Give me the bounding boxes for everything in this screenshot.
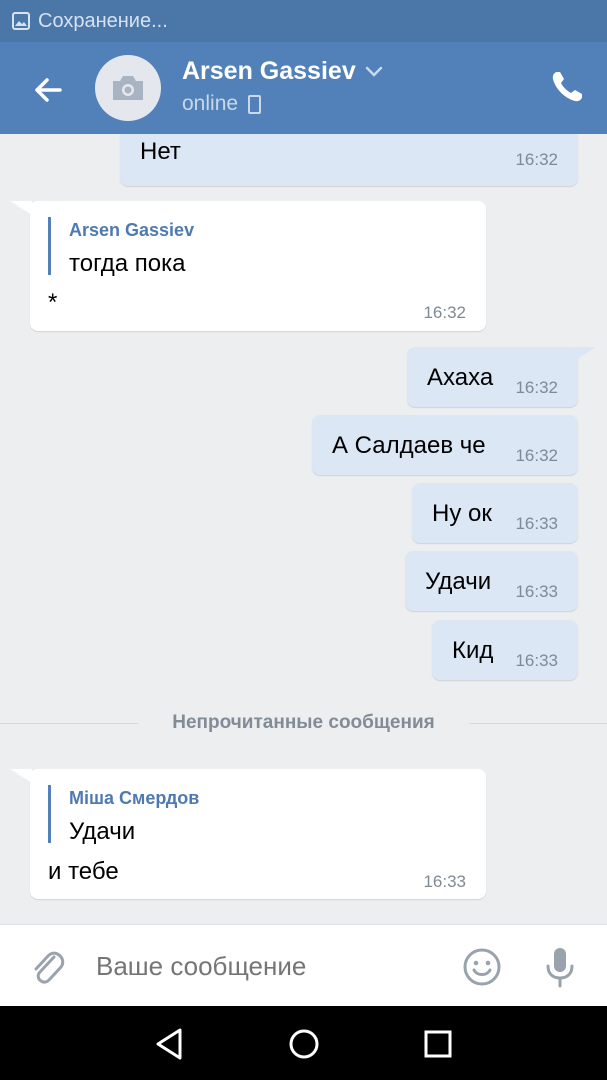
message-text: Кид <box>452 637 494 664</box>
message-time: 16:33 <box>515 514 558 533</box>
message-time: 16:32 <box>423 303 466 322</box>
message-incoming[interactable]: Міша Смердов Удачи и тебе 16:33 <box>30 769 486 899</box>
bubble-tail <box>10 769 32 783</box>
status-bar: Сохранение... <box>0 0 607 42</box>
message-time: 16:32 <box>515 150 558 169</box>
quote-author: Arsen Gassiev <box>69 220 195 240</box>
contact-name[interactable]: Arsen Gassiev <box>182 57 356 86</box>
message-text: Ахаха <box>427 364 494 391</box>
microphone-icon[interactable] <box>541 945 579 989</box>
message-list[interactable]: Нет 16:32 Arsen Gassiev тогда пока * 16:… <box>0 134 607 924</box>
status-text: Сохранение... <box>38 9 168 32</box>
message-outgoing[interactable]: Удачи 16:33 <box>405 551 578 611</box>
paperclip-icon[interactable] <box>28 947 66 987</box>
chat-header: Arsen Gassiev online <box>0 42 607 134</box>
message-outgoing[interactable]: Нет 16:32 <box>120 134 578 186</box>
quote-text: Удачи <box>69 818 136 845</box>
message-time: 16:33 <box>423 872 466 891</box>
message-time: 16:32 <box>515 378 558 397</box>
message-composer <box>0 924 607 1007</box>
camera-icon <box>113 76 143 100</box>
message-text: * <box>48 289 58 316</box>
back-arrow-icon[interactable] <box>28 70 68 110</box>
message-time: 16:32 <box>515 446 558 465</box>
quote-bar <box>48 217 51 275</box>
unread-label: Непрочитанные сообщения <box>172 712 435 733</box>
message-outgoing[interactable]: А Салдаев че 16:32 <box>312 415 578 475</box>
mobile-device-icon <box>248 94 262 114</box>
nav-home-icon[interactable] <box>284 1024 324 1064</box>
message-text: Удачи <box>425 568 492 595</box>
message-time: 16:33 <box>515 651 558 670</box>
status-label: online <box>182 92 239 115</box>
quote-author: Міша Смердов <box>69 788 200 808</box>
message-outgoing[interactable]: Ахаха 16:32 <box>407 347 578 407</box>
message-text: Ну ок <box>432 500 492 527</box>
avatar[interactable] <box>95 55 161 121</box>
message-input[interactable] <box>96 951 436 982</box>
smile-icon[interactable] <box>462 947 502 987</box>
message-incoming[interactable]: Arsen Gassiev тогда пока * 16:32 <box>30 201 486 331</box>
unread-divider: Непрочитанные сообщения <box>0 708 607 738</box>
message-text: и тебе <box>48 858 119 885</box>
message-text: Нет <box>140 138 181 165</box>
quote-text: тогда пока <box>69 250 186 277</box>
message-outgoing[interactable]: Ну ок 16:33 <box>412 483 578 543</box>
message-outgoing[interactable]: Кид 16:33 <box>432 620 578 680</box>
message-text: А Салдаев че <box>332 432 486 459</box>
message-time: 16:33 <box>515 582 558 601</box>
bubble-tail <box>10 201 32 215</box>
nav-recents-icon[interactable] <box>418 1024 458 1064</box>
nav-back-icon[interactable] <box>150 1024 190 1064</box>
image-notification-icon <box>12 12 30 30</box>
chevron-down-icon[interactable] <box>364 65 384 79</box>
system-navigation-bar <box>0 1006 607 1080</box>
bubble-tail <box>574 347 596 361</box>
contact-status: online <box>182 92 262 116</box>
phone-icon[interactable] <box>548 68 586 106</box>
quote-bar <box>48 785 51 843</box>
